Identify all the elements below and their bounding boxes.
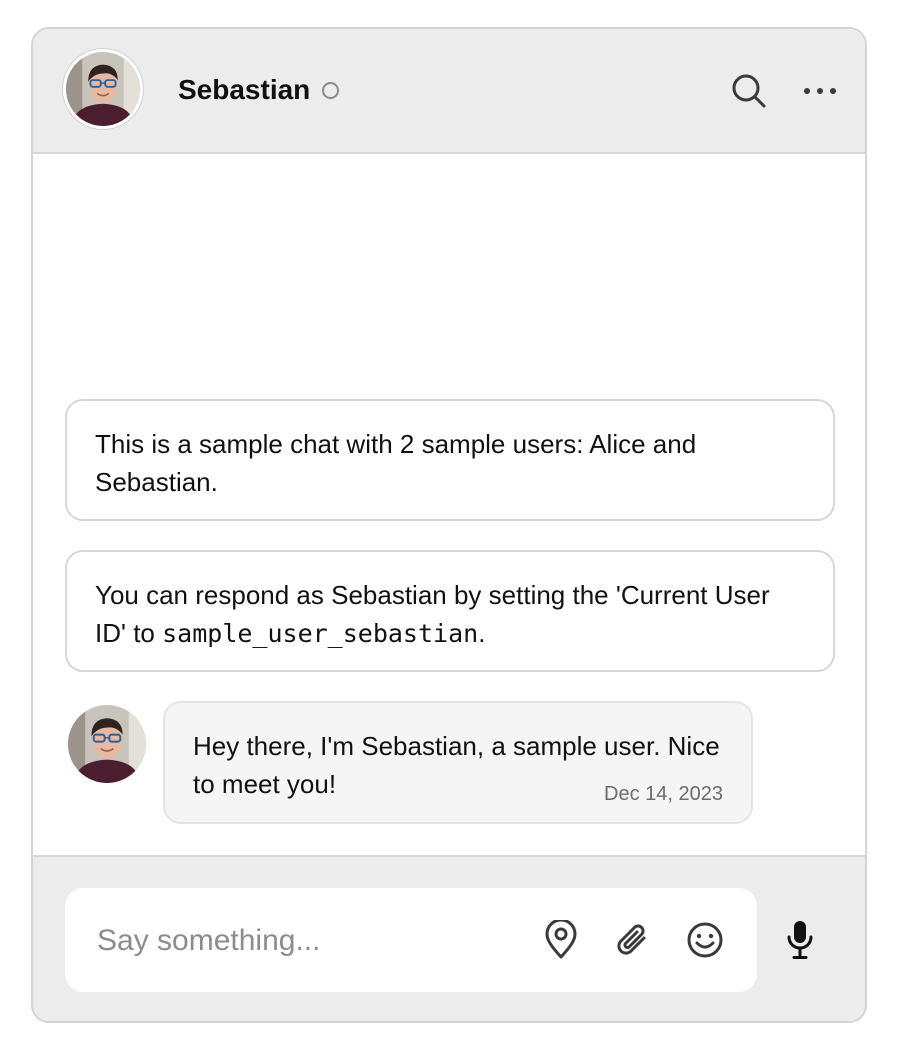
chat-header: Sebastian [33,29,865,154]
avatar[interactable] [63,49,143,129]
user-id-code: sample_user_sebastian [162,619,479,648]
chat-window: Sebastian This is a sample chat with 2 s… [31,27,867,1023]
input-box [65,888,757,992]
more-icon [804,88,836,94]
search-icon [732,74,766,108]
search-button[interactable] [727,69,771,113]
system-message: You can respond as Sebastian by setting … [65,550,835,672]
message-list[interactable]: This is a sample chat with 2 sample user… [33,154,865,854]
paperclip-icon [617,924,646,955]
emoji-icon [687,922,723,958]
system-message: This is a sample chat with 2 sample user… [65,399,835,521]
message-composer [33,855,865,1021]
message-timestamp: Dec 14, 2023 [604,783,723,805]
message-bubble[interactable]: Hey there, I'm Sebastian, a sample user.… [163,701,753,824]
voice-record-button[interactable] [778,916,822,964]
location-pin-icon [545,920,577,959]
system-message-text: This is a sample chat with 2 sample user… [95,429,697,497]
status-dot-icon [322,82,339,99]
chat-user-name: Sebastian [178,74,311,105]
microphone-icon [787,921,813,959]
emoji-button[interactable] [683,918,727,962]
attach-button[interactable] [611,918,655,962]
location-button[interactable] [539,918,583,962]
avatar[interactable] [68,705,146,783]
message-input[interactable] [95,916,519,966]
more-options-button[interactable] [798,69,842,113]
system-message-suffix: . [478,618,486,648]
